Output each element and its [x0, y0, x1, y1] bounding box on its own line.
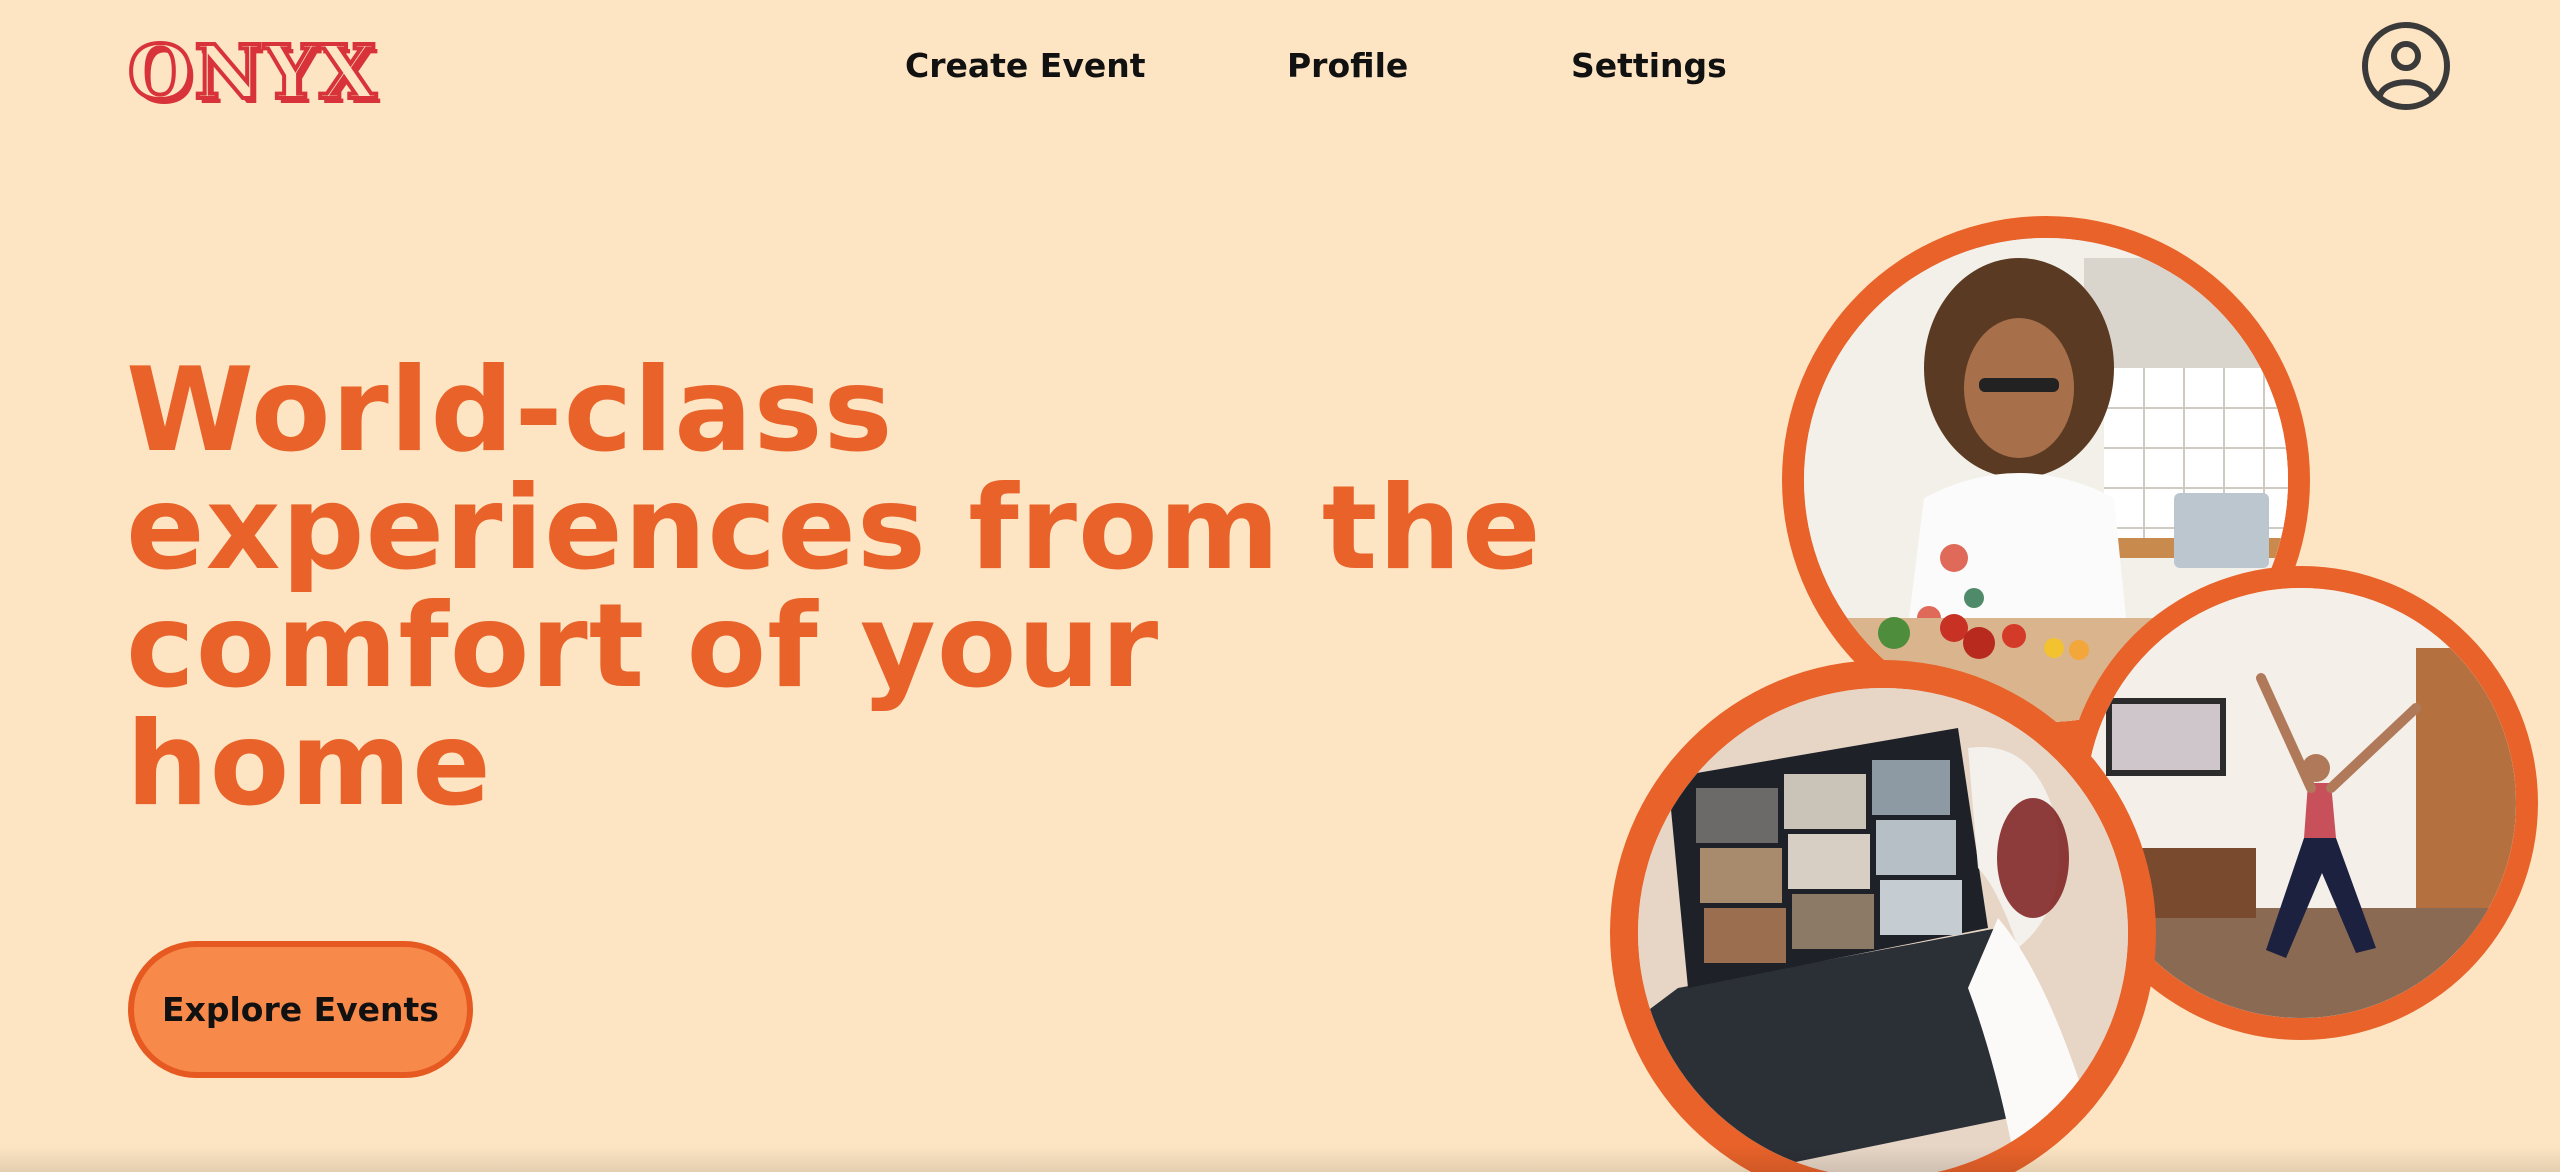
nav-profile[interactable]: Profile: [1287, 46, 1408, 85]
laptop-scene-illustration: [1638, 688, 2128, 1172]
bottom-shadow: [0, 1146, 2560, 1172]
nav-create-event[interactable]: Create Event: [905, 46, 1146, 85]
video-call-image: [1638, 688, 2128, 1172]
user-account-button[interactable]: [2360, 20, 2452, 112]
page: ONYX Create Event Profile Settings World…: [0, 0, 2560, 1172]
hero-title: World-class experiences from the comfort…: [126, 343, 1542, 832]
explore-events-button[interactable]: Explore Events: [128, 941, 473, 1078]
main-nav: Create Event Profile Settings: [0, 46, 2560, 86]
user-circle-icon: [2362, 22, 2450, 110]
nav-settings[interactable]: Settings: [1571, 46, 1727, 85]
